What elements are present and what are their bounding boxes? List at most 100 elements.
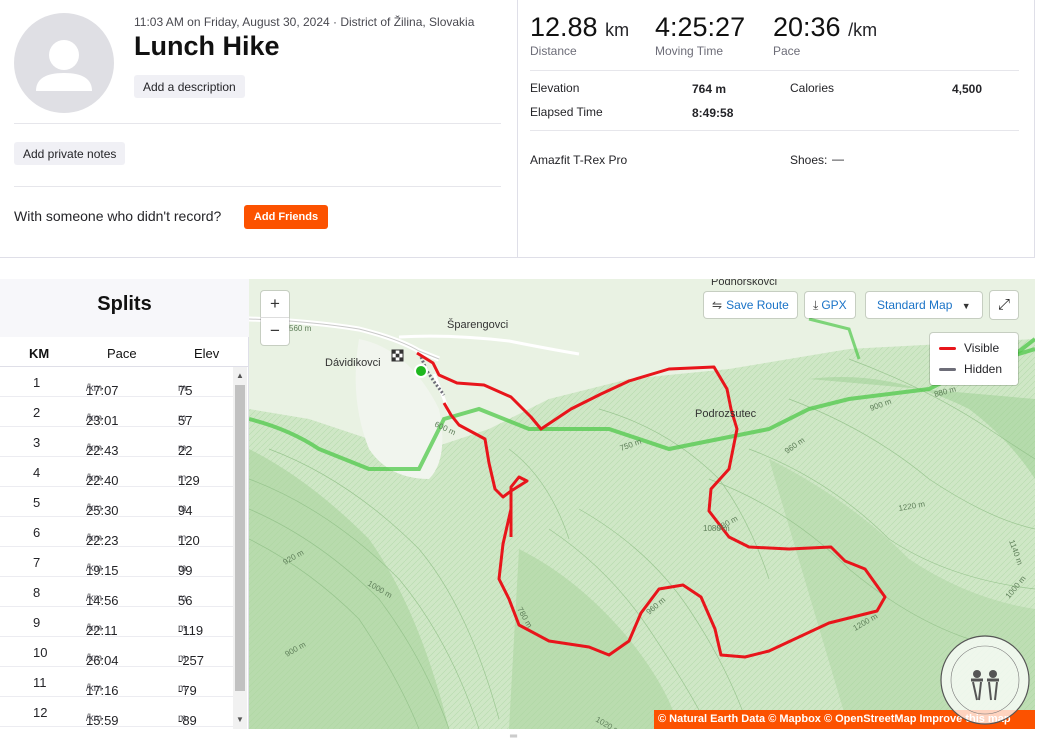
table-row: 6 22:23 /km 120 m bbox=[0, 517, 233, 548]
add-private-notes-button[interactable]: Add private notes bbox=[14, 142, 126, 165]
scroll-up-arrow-icon[interactable]: ▲ bbox=[236, 371, 244, 380]
split-km: 8 bbox=[33, 585, 41, 600]
pace-stat: 20:36 /km Pace bbox=[773, 12, 877, 58]
zoom-in-button[interactable]: + bbox=[261, 291, 289, 318]
split-pace-unit: /km bbox=[86, 533, 103, 544]
download-icon: ⤓ bbox=[813, 298, 819, 312]
split-km: 4 bbox=[33, 465, 41, 480]
map-style-dropdown[interactable]: Standard Map ▼ bbox=[866, 292, 982, 318]
split-km: 2 bbox=[33, 405, 41, 420]
contour-label: 1080 m bbox=[703, 524, 730, 533]
table-row: 12 15:59 /km -89 m bbox=[0, 697, 233, 728]
table-row: 1 17:07 /km 75 m bbox=[0, 367, 233, 398]
table-row: 2 23:01 /km 57 m bbox=[0, 397, 233, 428]
finish-flag-icon bbox=[391, 349, 404, 362]
split-km: 10 bbox=[33, 645, 48, 660]
split-elev-unit: m bbox=[178, 563, 187, 574]
activity-summary: 11:03 AM on Friday, August 30, 2024 · Di… bbox=[0, 0, 518, 258]
device-name: Amazfit T-Rex Pro bbox=[530, 153, 628, 167]
split-km: 1 bbox=[33, 375, 41, 390]
table-row: 11 17:16 /km -79 m bbox=[0, 667, 233, 698]
place-label-sparengovci: Šparengovci bbox=[447, 318, 508, 331]
pace-unit: /km bbox=[848, 20, 878, 40]
split-km: 6 bbox=[33, 525, 41, 540]
divider bbox=[14, 123, 501, 124]
split-pace-unit: /km bbox=[86, 593, 103, 604]
map-canvas[interactable]: Šparengovci Dávidikovci Podrozsutec Podh… bbox=[249, 279, 1035, 729]
split-km: 3 bbox=[33, 435, 41, 450]
splits-table-header: KM Pace Elev bbox=[0, 337, 249, 367]
legend-swatch-hidden bbox=[939, 368, 956, 372]
pace-value: 20:36 bbox=[773, 12, 841, 42]
distance-label: Distance bbox=[530, 44, 577, 58]
elev-column-header: Elev bbox=[194, 346, 220, 361]
place-label-podrozsutec: Podrozsutec bbox=[695, 408, 757, 420]
zoom-out-button[interactable]: − bbox=[261, 318, 289, 345]
split-elev-unit: m bbox=[178, 473, 187, 484]
table-row: 8 14:56 /km 56 m bbox=[0, 577, 233, 608]
splits-scrollbar-thumb[interactable] bbox=[235, 385, 245, 691]
elevation-value: 764 m bbox=[692, 82, 727, 96]
table-row: 9 22:11 /km -119 m bbox=[0, 607, 233, 638]
legend-hidden: Hidden bbox=[939, 362, 1002, 376]
moving-time-stat: 4:25:27 Moving Time bbox=[655, 12, 745, 58]
pace-label: Pace bbox=[773, 44, 801, 58]
split-elev-unit: m bbox=[178, 653, 187, 664]
legend-visible: Visible bbox=[939, 341, 999, 355]
distance-value: 12.88 bbox=[530, 12, 598, 42]
save-route-button[interactable]: ⇋ Save Route bbox=[704, 292, 797, 318]
add-friends-button[interactable]: Add Friends bbox=[244, 205, 328, 229]
shoes-label: Shoes: bbox=[790, 153, 828, 167]
calories-label: Calories bbox=[790, 81, 835, 95]
contour-label: 560 m bbox=[289, 324, 312, 333]
distance-unit: km bbox=[605, 20, 630, 40]
watermark-logo bbox=[940, 635, 1030, 725]
splits-title: Splits bbox=[0, 279, 249, 337]
distance-stat: 12.88 km Distance bbox=[530, 12, 629, 58]
split-pace-unit: /km bbox=[86, 443, 103, 454]
scroll-down-arrow-icon[interactable]: ▼ bbox=[236, 715, 244, 724]
split-pace-unit: /km bbox=[86, 503, 103, 514]
table-row: 5 25:30 /km 94 m bbox=[0, 487, 233, 518]
activity-header: 11:03 AM on Friday, August 30, 2024 · Di… bbox=[0, 0, 1035, 258]
splits-panel: Splits KM Pace Elev 1 17:07 /km 75 m 2 23:01… bbox=[0, 279, 249, 729]
add-description-button[interactable]: Add a description bbox=[134, 75, 245, 98]
elevation-label: Elevation bbox=[530, 81, 580, 95]
table-row: 4 22:40 /km 129 m bbox=[0, 457, 233, 488]
gpx-label: GPX bbox=[821, 298, 847, 312]
export-gpx-button[interactable]: ⤓ GPX bbox=[805, 292, 855, 318]
fullscreen-icon[interactable]: ⤢ bbox=[990, 291, 1018, 319]
activity-stats: 12.88 km Distance 4:25:27 Moving Time 20… bbox=[518, 0, 1035, 258]
split-km: 5 bbox=[33, 495, 41, 510]
split-elev-unit: m bbox=[178, 503, 187, 514]
split-elev-unit: m bbox=[178, 443, 187, 454]
avatar[interactable] bbox=[14, 13, 114, 113]
zoom-controls: + − bbox=[261, 291, 289, 345]
resize-handle-icon[interactable]: ═ bbox=[510, 731, 517, 742]
table-row: 10 26:04 /km -257 m bbox=[0, 637, 233, 668]
route-map[interactable]: Šparengovci Dávidikovci Podrozsutec Podh… bbox=[249, 279, 1035, 729]
legend-visible-label: Visible bbox=[964, 341, 1000, 355]
route-icon: ⇋ bbox=[712, 298, 723, 312]
split-km: 7 bbox=[33, 555, 41, 570]
start-marker-icon bbox=[414, 364, 428, 378]
split-pace-unit: /km bbox=[86, 383, 103, 394]
split-elev-unit: m bbox=[178, 383, 187, 394]
splits-table-body[interactable]: 1 17:07 /km 75 m 2 23:01 /km 57 m 3 22:43 /km 22… bbox=[0, 367, 233, 728]
moving-time-label: Moving Time bbox=[655, 44, 724, 58]
split-elev-unit: m bbox=[178, 623, 187, 634]
table-row: 3 22:43 /km 22 m bbox=[0, 427, 233, 458]
split-pace-unit: /km bbox=[86, 653, 103, 664]
caret-down-icon: ▼ bbox=[961, 301, 971, 311]
place-label-podhorskovci: Podhorskovci bbox=[711, 279, 777, 288]
split-elev-unit: m bbox=[178, 683, 187, 694]
map-legend: Visible Hidden bbox=[930, 333, 1018, 385]
split-pace-unit: /km bbox=[86, 713, 103, 724]
pace-column-header: Pace bbox=[107, 346, 137, 361]
save-route-label: Save Route bbox=[726, 298, 789, 312]
elapsed-time-label: Elapsed Time bbox=[530, 105, 603, 119]
legend-swatch-visible bbox=[939, 347, 956, 351]
map-style-label: Standard Map bbox=[877, 298, 953, 312]
shoes-value: — bbox=[832, 152, 844, 166]
legend-hidden-label: Hidden bbox=[964, 362, 1003, 376]
